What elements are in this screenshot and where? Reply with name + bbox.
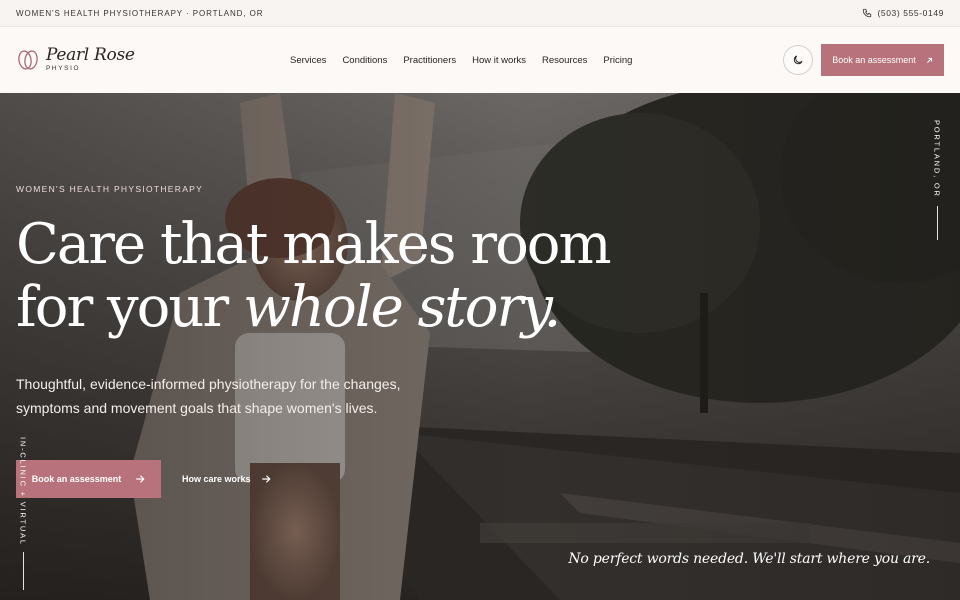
headline-line-2: for your xyxy=(16,275,243,340)
arrow-up-right-icon xyxy=(926,57,932,63)
nav-resources[interactable]: Resources xyxy=(542,55,587,66)
headline-emphasis: whole story. xyxy=(243,275,561,340)
hero-description: Thoughtful, evidence-informed physiother… xyxy=(16,376,401,416)
top-info-bar: WOMEN'S HEALTH PHYSIOTHERAPY · PORTLAND,… xyxy=(0,0,960,27)
hero-book-label: Book an assessment xyxy=(31,474,122,484)
theme-toggle-button[interactable] xyxy=(783,45,813,75)
hero-book-assessment-button[interactable]: Book an assessment xyxy=(16,460,161,498)
nav-pricing[interactable]: Pricing xyxy=(603,55,632,66)
hero-headline: Care that makes room for your whole stor… xyxy=(16,212,612,340)
moon-icon xyxy=(793,55,803,65)
arrow-right-icon xyxy=(136,475,145,483)
location-text: WOMEN'S HEALTH PHYSIOTHERAPY · PORTLAND,… xyxy=(16,8,264,18)
side-label-service-mode: IN-CLINIC + VIRTUAL xyxy=(14,437,32,590)
book-assessment-label: Book an assessment xyxy=(832,55,916,65)
nav-services[interactable]: Services xyxy=(290,55,326,66)
phone-number: (503) 555-0149 xyxy=(877,8,944,18)
nav-conditions[interactable]: Conditions xyxy=(342,55,387,66)
phone-icon xyxy=(863,8,872,18)
nav-how-it-works[interactable]: How it works xyxy=(472,55,526,66)
side-service-mode-text: IN-CLINIC + VIRTUAL xyxy=(18,437,28,546)
phone-link[interactable]: (503) 555-0149 xyxy=(862,8,944,18)
how-care-works-link[interactable]: How care works xyxy=(182,460,271,498)
brand-logo-link[interactable]: Pearl Rose PHYSIO xyxy=(16,47,135,73)
hero-quote: No perfect words needed. We'll start whe… xyxy=(568,551,930,567)
pearl-logo-icon xyxy=(18,50,38,70)
side-divider xyxy=(22,551,24,590)
side-label-location: PORTLAND, OR xyxy=(928,120,946,240)
side-location-text: PORTLAND, OR xyxy=(932,120,942,198)
hero-eyebrow: WOMEN'S HEALTH PHYSIOTHERAPY xyxy=(16,184,204,194)
arrow-right-icon xyxy=(261,475,271,483)
nav-practitioners[interactable]: Practitioners xyxy=(403,55,456,66)
main-nav: Services Conditions Practitioners How it… xyxy=(290,27,632,93)
hero-background-photo xyxy=(0,93,960,600)
brand-name: Pearl Rose xyxy=(46,45,135,66)
site-header: Pearl Rose PHYSIO Services Conditions Pr… xyxy=(0,27,960,93)
hero-section: WOMEN'S HEALTH PHYSIOTHERAPY Care that m… xyxy=(0,93,960,600)
side-divider xyxy=(936,205,938,240)
book-assessment-button[interactable]: Book an assessment xyxy=(821,44,944,76)
how-care-works-label: How care works xyxy=(182,474,251,484)
headline-line-1: Care that makes room xyxy=(16,212,612,277)
brand-subtitle: PHYSIO xyxy=(46,65,81,73)
